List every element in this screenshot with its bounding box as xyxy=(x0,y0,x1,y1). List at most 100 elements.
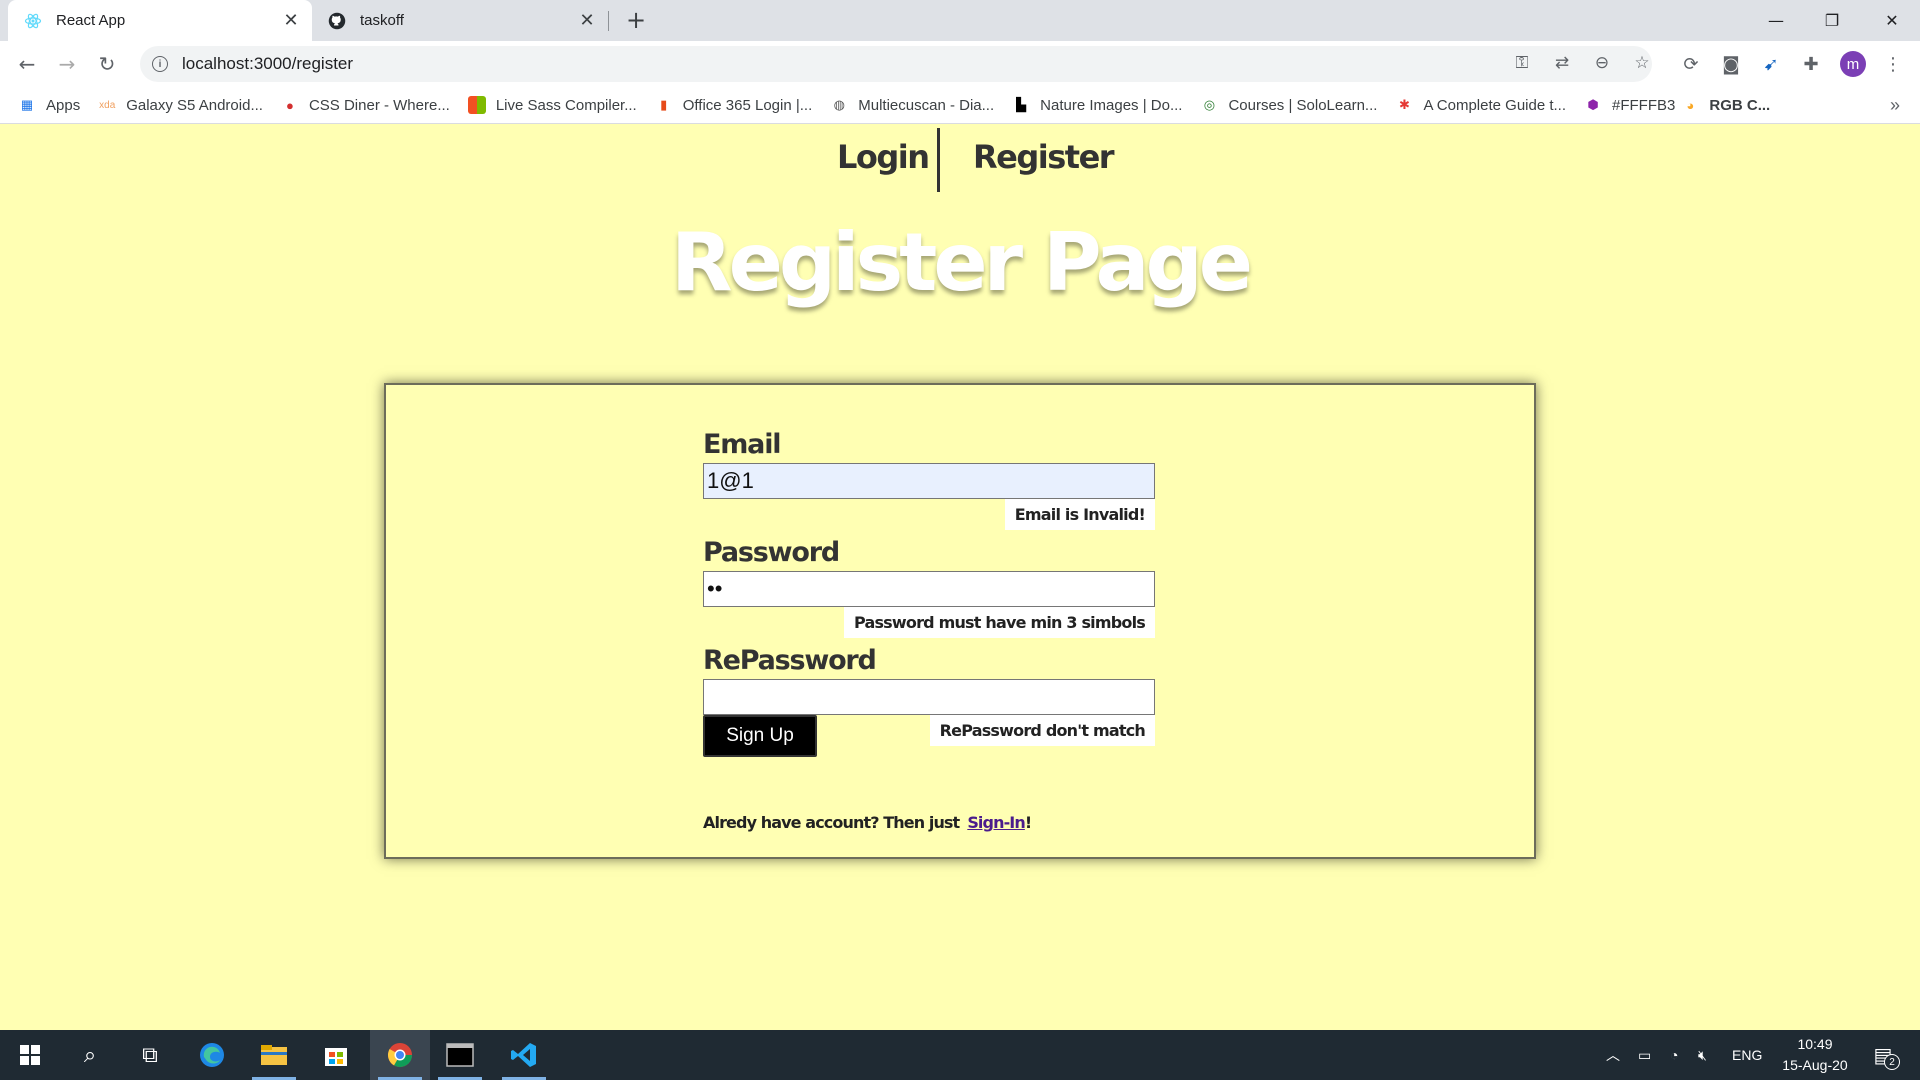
terminal-icon[interactable] xyxy=(430,1030,490,1080)
sign-up-button[interactable]: Sign Up xyxy=(703,715,817,757)
sync-extension-icon[interactable]: ⟳ xyxy=(1676,49,1706,79)
search-icon[interactable]: ⌕ xyxy=(60,1030,120,1080)
github-icon xyxy=(328,12,346,30)
react-icon xyxy=(24,12,42,30)
show-hidden-icons-icon[interactable]: ︿ xyxy=(1606,1030,1620,1080)
nav-login-link[interactable]: Login xyxy=(837,138,930,176)
bookmark-complete-guide[interactable]: ✱ A Complete Guide t... xyxy=(1395,96,1566,114)
browser-toolbar: ← → ↻ i localhost:3000/register ⚿ ⇄ ⊖ ☆ … xyxy=(0,41,1920,87)
bookmark-office[interactable]: ▮ Office 365 Login |... xyxy=(655,96,813,114)
bookmark-rgb[interactable]: ◕ RGB C... xyxy=(1681,96,1770,114)
register-card: Email Email is Invalid! Password Passwor… xyxy=(384,383,1536,859)
close-tab-icon[interactable]: ✕ xyxy=(574,8,600,34)
restore-icon[interactable]: ❐ xyxy=(1804,0,1860,40)
tab-taskoff[interactable]: taskoff ✕ xyxy=(312,0,608,41)
url-text[interactable]: localhost:3000/register xyxy=(182,54,353,74)
close-tab-icon[interactable]: ✕ xyxy=(278,8,304,34)
profile-avatar[interactable]: m xyxy=(1840,51,1866,77)
top-nav: Login Register xyxy=(0,124,1920,194)
key-icon[interactable]: ⚿ xyxy=(1510,51,1534,75)
repassword-error-message: RePassword don't match xyxy=(929,715,1155,746)
bookmark-multiecuscan[interactable]: ◍ Multiecuscan - Dia... xyxy=(830,96,995,114)
colorhexa-icon: ⬢ xyxy=(1587,97,1599,112)
password-error-row: Password must have min 3 simbols xyxy=(703,607,1155,643)
email-field[interactable] xyxy=(703,463,1155,499)
bookmark-label: A Complete Guide t... xyxy=(1423,96,1567,114)
battery-icon[interactable]: ▭ xyxy=(1638,1030,1651,1080)
new-tab-icon[interactable]: + xyxy=(622,6,650,34)
xda-icon: xda xyxy=(99,99,116,111)
bookmark-css-diner[interactable]: ● CSS Diner - Where... xyxy=(281,96,450,114)
vscode-icon[interactable] xyxy=(494,1030,554,1080)
forward-icon[interactable]: → xyxy=(52,49,82,79)
bookmark-colorhexa[interactable]: ⬢ #FFFFB3 xyxy=(1584,96,1675,114)
page-content: Login Register Register Page Email Email… xyxy=(0,124,1920,1030)
repassword-label: RePassword xyxy=(703,645,877,676)
minimize-icon[interactable]: — xyxy=(1748,0,1804,40)
wifi-icon[interactable]: ◔ xyxy=(1670,1030,1678,1080)
back-icon[interactable]: ← xyxy=(12,49,42,79)
extension-icon[interactable]: ➹ xyxy=(1756,49,1786,79)
task-view-icon[interactable]: ⧉ xyxy=(120,1030,180,1080)
apps-grid-icon: ▦ xyxy=(20,97,34,112)
office-icon: ▮ xyxy=(660,97,668,112)
email-error-row: Email is Invalid! xyxy=(703,499,1155,535)
signin-prompt: Alredy have account? Then just Sign-In! xyxy=(703,813,1032,832)
bookmark-nature-images[interactable]: ▙ Nature Images | Do... xyxy=(1012,96,1182,114)
file-explorer-icon[interactable] xyxy=(244,1030,304,1080)
bookmarks-bar: ▦ Apps xda Galaxy S5 Android... ● CSS Di… xyxy=(0,87,1920,124)
address-bar[interactable]: i localhost:3000/register xyxy=(140,46,1652,82)
unsplash-icon: ▙ xyxy=(1016,97,1027,112)
bookmark-sololearn[interactable]: ◎ Courses | SoloLearn... xyxy=(1200,96,1378,114)
css-diner-icon: ● xyxy=(286,97,294,113)
bookmark-live-sass[interactable]: Live Sass Compiler... xyxy=(467,96,637,114)
tab-strip: React App ✕ taskoff ✕ + — ❐ ✕ xyxy=(0,0,1920,41)
tab-separator xyxy=(608,11,609,31)
password-label: Password xyxy=(703,537,840,568)
menu-dots-icon[interactable]: ⋮ xyxy=(1878,49,1908,79)
clock-time: 10:49 xyxy=(1797,1036,1833,1052)
clock-date: 15-Aug-20 xyxy=(1782,1057,1848,1073)
windows-taskbar: ⌕ ⧉ ︿ ▭ ◔ 🔇︎ ENG 10:49 15-Aug-20 ▤ 2 xyxy=(0,1030,1920,1080)
bookmark-apps[interactable]: ▦ Apps xyxy=(18,96,80,114)
bookmark-star-icon[interactable]: ☆ xyxy=(1630,51,1654,75)
camera-extension-icon[interactable]: ◙ xyxy=(1716,49,1746,79)
close-window-icon[interactable]: ✕ xyxy=(1864,0,1920,40)
language-indicator[interactable]: ENG xyxy=(1732,1030,1762,1080)
nav-divider xyxy=(937,128,940,192)
bookmark-label: Office 365 Login |... xyxy=(682,96,813,114)
bookmark-label: RGB C... xyxy=(1709,96,1771,114)
page-title: Register Page xyxy=(671,216,1253,309)
bookmark-label: Multiecuscan - Dia... xyxy=(858,96,995,114)
edge-icon[interactable] xyxy=(182,1030,242,1080)
puzzle-extensions-icon[interactable]: ✚ xyxy=(1796,49,1826,79)
bookmark-label: #FFFFB3 xyxy=(1612,96,1676,114)
bookmark-label: Apps xyxy=(46,96,81,114)
reload-icon[interactable]: ↻ xyxy=(92,49,122,79)
email-error-message: Email is Invalid! xyxy=(1004,499,1155,530)
volume-muted-icon[interactable]: 🔇︎ xyxy=(1698,1030,1707,1080)
globe-icon: ◍ xyxy=(833,97,845,112)
tab-react-app[interactable]: React App ✕ xyxy=(8,0,312,41)
more-bookmarks-icon[interactable]: » xyxy=(1890,95,1900,116)
store-icon[interactable] xyxy=(306,1030,366,1080)
password-field[interactable] xyxy=(703,571,1155,607)
bookmark-label: Nature Images | Do... xyxy=(1040,96,1183,114)
bookmark-label: CSS Diner - Where... xyxy=(308,96,450,114)
zoom-icon[interactable]: ⊖ xyxy=(1590,51,1614,75)
password-error-message: Password must have min 3 simbols xyxy=(843,607,1155,638)
info-icon[interactable]: i xyxy=(152,56,168,72)
repassword-field[interactable] xyxy=(703,679,1155,715)
bookmark-label: Live Sass Compiler... xyxy=(495,96,637,114)
signin-prompt-suffix: ! xyxy=(1024,813,1032,832)
register-form: Email Email is Invalid! Password Passwor… xyxy=(703,427,1155,751)
windows-start-icon[interactable] xyxy=(0,1030,60,1080)
email-label: Email xyxy=(703,429,782,460)
microsoft-icon xyxy=(467,96,486,114)
system-clock[interactable]: 10:49 15-Aug-20 xyxy=(1770,1034,1860,1076)
translate-icon[interactable]: ⇄ xyxy=(1550,51,1574,75)
bookmark-galaxy[interactable]: xda Galaxy S5 Android... xyxy=(98,96,263,114)
chrome-icon[interactable] xyxy=(370,1030,430,1080)
sign-in-link[interactable]: Sign-In xyxy=(967,813,1025,832)
nav-register-link[interactable]: Register xyxy=(973,138,1115,176)
